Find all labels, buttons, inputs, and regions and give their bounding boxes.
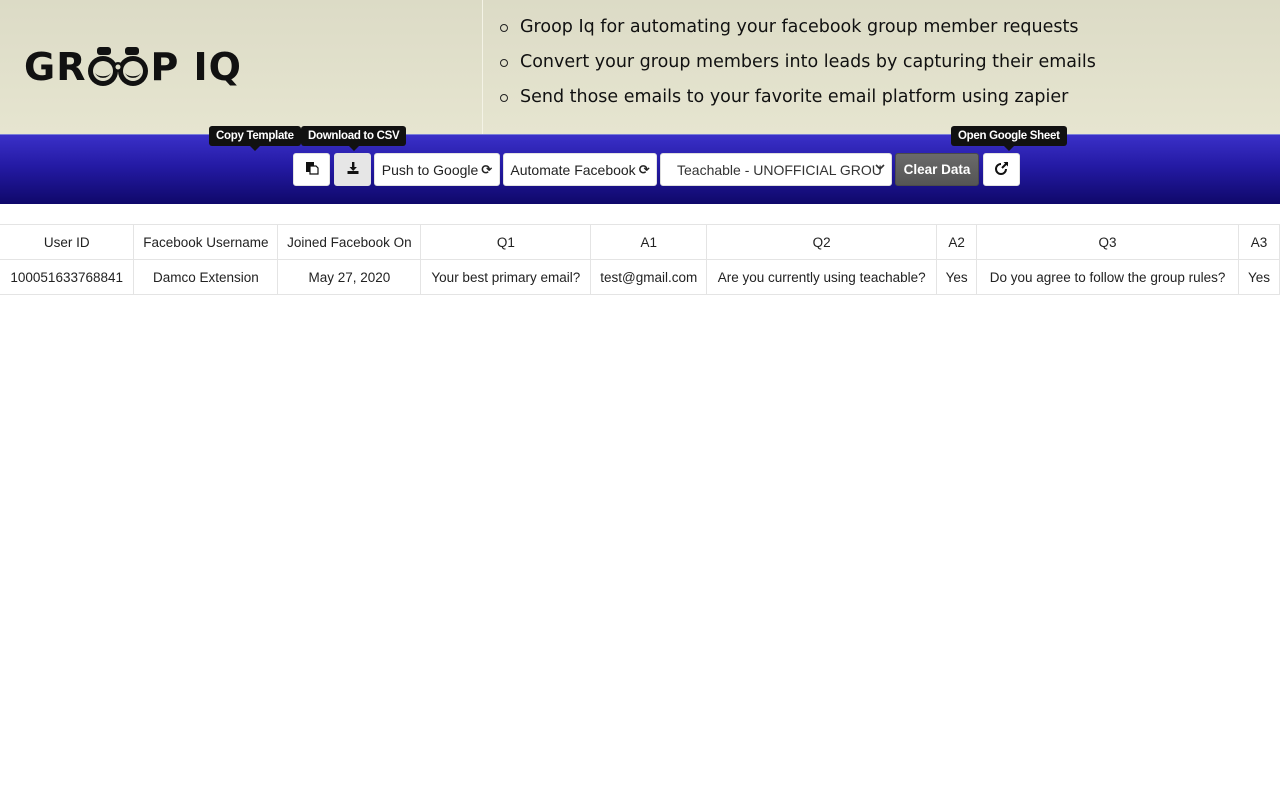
push-to-google-button[interactable]: Push to Google ⟳ [374, 153, 500, 186]
push-to-google-label: Push to Google [381, 161, 479, 178]
hero-header: GR P IQ Groop Iq for automating your fac… [0, 0, 1280, 134]
members-table: User ID Facebook Username Joined Faceboo… [0, 224, 1280, 295]
chevron-down-icon [875, 162, 885, 174]
cell-a3: Yes [1237, 259, 1280, 295]
download-csv-tooltip: Download to CSV [301, 126, 407, 151]
cell-q2: Are you currently using teachable? [706, 259, 938, 295]
circle-bullet-icon [500, 58, 508, 67]
feature-text: Groop Iq for automating your facebook gr… [520, 17, 1079, 37]
logo-text-right: P IQ [150, 45, 242, 89]
column-header-facebook-username[interactable]: Facebook Username [133, 224, 279, 260]
cell-a2: Yes [936, 259, 978, 295]
group-select[interactable]: Teachable - UNOFFICIAL GROU [660, 153, 892, 186]
copy-template-button[interactable] [293, 153, 330, 186]
download-icon [346, 161, 360, 178]
cell-facebook-username: Damco Extension [133, 259, 279, 295]
copy-icon [305, 161, 319, 178]
column-header-q3[interactable]: Q3 [976, 224, 1239, 260]
column-header-a1[interactable]: A1 [590, 224, 708, 260]
table-header-row: User ID Facebook Username Joined Faceboo… [0, 224, 1280, 260]
group-select-value: Teachable - UNOFFICIAL GROU [677, 161, 882, 178]
table-row: 100051633768841 Damco Extension May 27, … [0, 259, 1280, 295]
feature-text: Convert your group members into leads by… [520, 52, 1096, 72]
cell-a1: test@gmail.com [590, 259, 708, 295]
column-header-a3[interactable]: A3 [1237, 224, 1280, 260]
feature-list: Groop Iq for automating your facebook gr… [500, 10, 1096, 115]
column-header-a2[interactable]: A2 [936, 224, 978, 260]
circle-bullet-icon [500, 23, 508, 32]
column-header-q2[interactable]: Q2 [706, 224, 938, 260]
cell-q3: Do you agree to follow the group rules? [976, 259, 1239, 295]
hero-divider [482, 0, 483, 134]
cell-joined-facebook-on: May 27, 2020 [277, 259, 422, 295]
binoculars-icon [87, 45, 149, 89]
circle-bullet-icon [500, 93, 508, 102]
clear-data-button[interactable]: Clear Data [895, 153, 979, 186]
column-header-joined-facebook-on[interactable]: Joined Facebook On [277, 224, 422, 260]
refresh-icon: ⟳ [481, 161, 493, 177]
open-google-sheet-button[interactable] [983, 153, 1020, 186]
cell-q1: Your best primary email? [420, 259, 592, 295]
copy-template-tooltip: Copy Template [209, 126, 301, 151]
logo-text-left: GR [24, 45, 87, 89]
groop-iq-logo: GR P IQ [24, 44, 242, 90]
feature-item: Send those emails to your favorite email… [500, 80, 1096, 115]
download-csv-button[interactable] [334, 153, 371, 186]
feature-item: Convert your group members into leads by… [500, 45, 1096, 80]
open-google-sheet-tooltip: Open Google Sheet [951, 126, 1067, 151]
column-header-user-id[interactable]: User ID [0, 224, 135, 260]
feature-text: Send those emails to your favorite email… [520, 87, 1069, 107]
feature-item: Groop Iq for automating your facebook gr… [500, 10, 1096, 45]
automate-facebook-label: Automate Facebook [510, 161, 636, 178]
column-header-q1[interactable]: Q1 [420, 224, 592, 260]
cell-user-id: 100051633768841 [0, 259, 135, 295]
automate-facebook-button[interactable]: Automate Facebook ⟳ [503, 153, 657, 186]
refresh-icon: ⟳ [638, 161, 650, 177]
action-toolbar: Push to Google ⟳ Automate Facebook ⟳ Tea… [0, 134, 1280, 204]
external-link-icon [994, 161, 1009, 178]
